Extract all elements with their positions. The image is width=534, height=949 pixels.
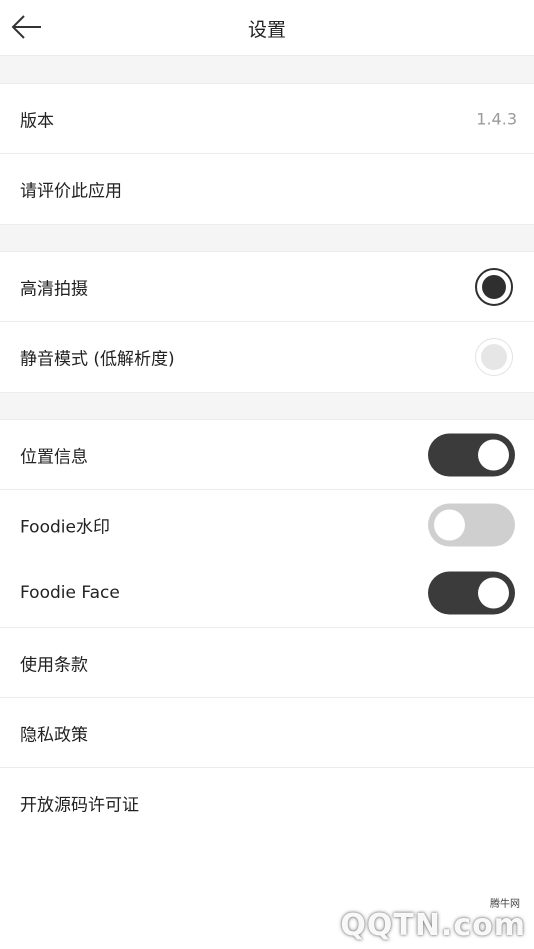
terms-row[interactable]: 使用条款 bbox=[0, 628, 534, 698]
location-label: 位置信息 bbox=[20, 447, 88, 467]
top-bar: 设置 bbox=[0, 0, 534, 56]
page-title: 设置 bbox=[247, 19, 286, 41]
rate-app-label: 请评价此应用 bbox=[20, 181, 122, 202]
section-gap bbox=[0, 392, 534, 420]
foodie-face-row: Foodie Face bbox=[0, 558, 534, 628]
open-source-license-label: 开放源码许可证 bbox=[20, 795, 139, 816]
hd-capture-row[interactable]: 高清拍摄 bbox=[0, 252, 534, 322]
watermark-text: QQTN.com bbox=[340, 908, 526, 943]
foodie-watermark-label: Foodie水印 bbox=[20, 517, 110, 538]
toggle-knob bbox=[434, 509, 465, 541]
section-gap bbox=[0, 224, 534, 252]
open-source-license-row[interactable]: 开放源码许可证 bbox=[0, 768, 534, 838]
silent-mode-radio[interactable] bbox=[475, 338, 513, 376]
hd-capture-label: 高清拍摄 bbox=[20, 279, 88, 299]
hd-capture-radio[interactable] bbox=[475, 267, 513, 306]
rate-app-row[interactable]: 请评价此应用 bbox=[0, 154, 534, 224]
foodie-face-label: Foodie Face bbox=[20, 582, 120, 603]
toggle-knob bbox=[478, 577, 509, 608]
toggle-knob bbox=[478, 439, 509, 470]
version-value: 1.4.3 bbox=[476, 109, 517, 128]
foodie-face-toggle[interactable] bbox=[428, 571, 515, 614]
site-watermark: 腾牛网 QQTN.com bbox=[326, 897, 526, 945]
foodie-watermark-toggle[interactable] bbox=[428, 503, 515, 547]
terms-label: 使用条款 bbox=[20, 655, 88, 675]
location-toggle[interactable] bbox=[428, 433, 515, 476]
section-gap bbox=[0, 55, 534, 84]
privacy-label: 隐私政策 bbox=[20, 725, 88, 745]
version-label: 版本 bbox=[20, 111, 54, 131]
privacy-row[interactable]: 隐私政策 bbox=[0, 698, 534, 768]
silent-mode-row[interactable]: 静音模式 (低解析度) bbox=[0, 322, 534, 392]
silent-mode-label: 静音模式 (低解析度) bbox=[20, 349, 175, 370]
version-row: 版本 1.4.3 bbox=[0, 84, 534, 154]
location-row: 位置信息 bbox=[0, 420, 534, 490]
foodie-watermark-row: Foodie水印 bbox=[0, 490, 534, 560]
